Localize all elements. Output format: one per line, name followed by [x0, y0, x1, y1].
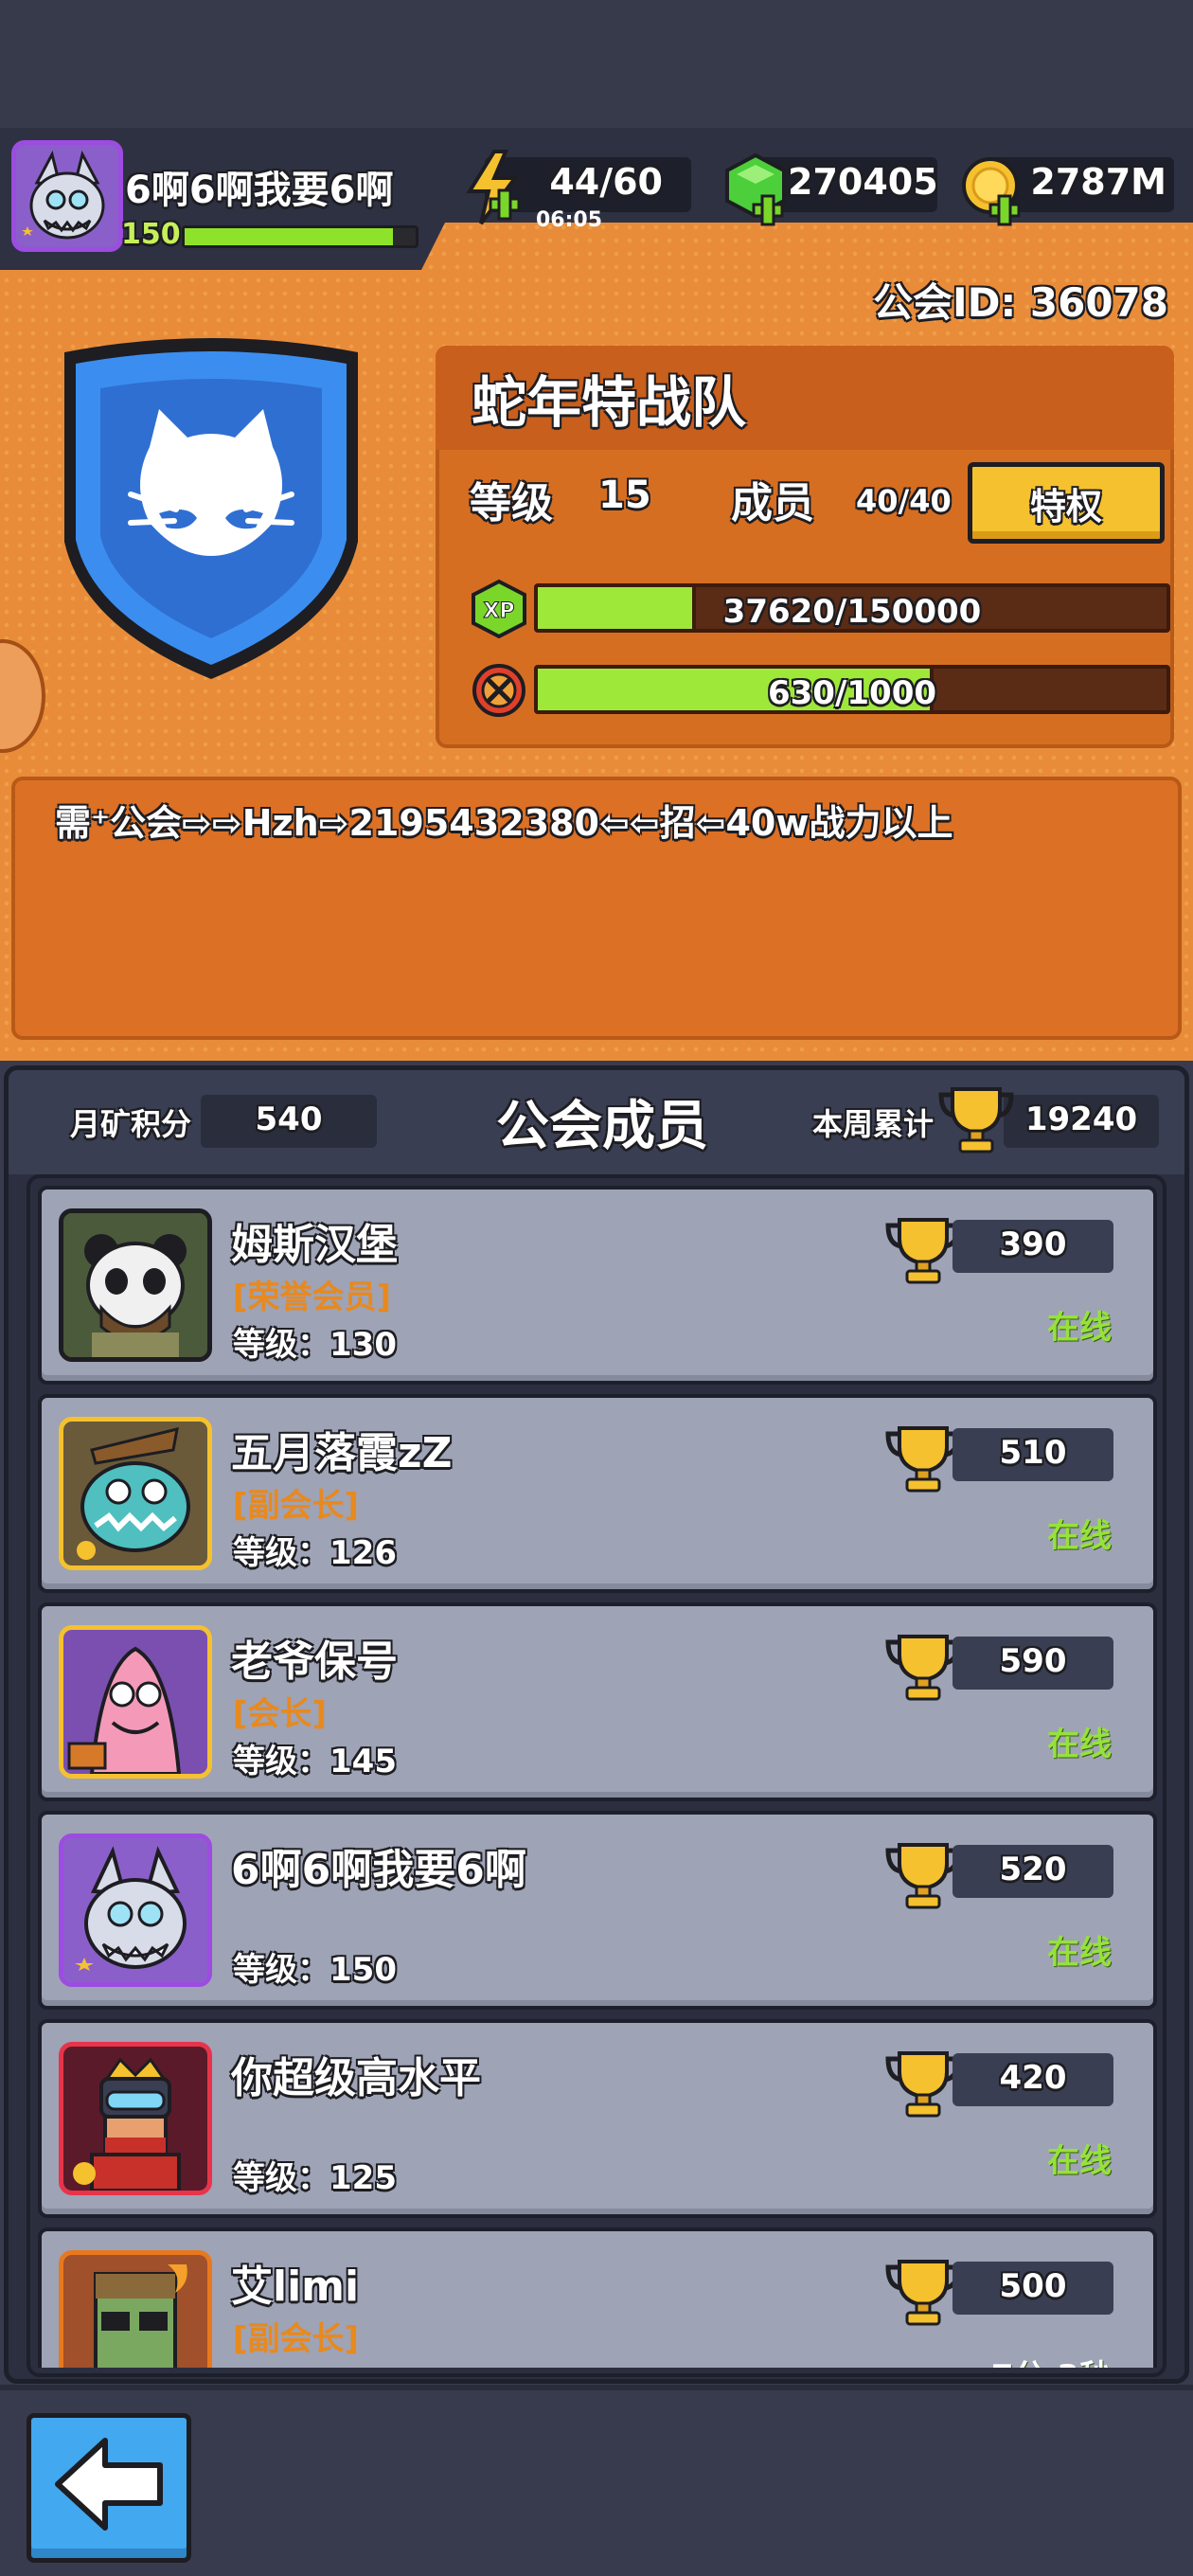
- privilege-button[interactable]: 特权: [968, 462, 1165, 544]
- trophy-icon: [885, 1426, 961, 1493]
- zombie-avatar-icon: [59, 2250, 212, 2368]
- cat-shield-emblem-icon[interactable]: [55, 333, 367, 684]
- energy-timer: 06:05: [536, 208, 603, 232]
- dino-pirate-avatar-icon: [59, 1417, 212, 1570]
- guild-activity-bar: 630/1000: [534, 665, 1170, 714]
- monthly-points-value: 540: [255, 1100, 323, 1138]
- guild-members-label: 成员: [731, 479, 814, 528]
- coins-value: 2787M: [1030, 161, 1166, 203]
- trophy-icon: [885, 1843, 961, 1909]
- member-row[interactable]: 6啊6啊我要6啊 等级：150 520 在线: [38, 1811, 1157, 2010]
- trophy-icon: [938, 1087, 1014, 1154]
- gold-coin-icon: [962, 157, 1021, 226]
- player-level: 150: [121, 218, 181, 251]
- member-role: [会长]: [233, 1695, 328, 1733]
- member-row[interactable]: 艾limi [副会长] 500 7分 3秒: [38, 2227, 1157, 2368]
- knight-avatar-icon: [59, 2042, 212, 2195]
- members-list[interactable]: 姆斯汉堡 [荣誉会员] 等级：130 390 在线 五月落霞zZ [副会长] 等…: [34, 1186, 1161, 2368]
- guild-name: 蛇年特战队: [472, 370, 747, 435]
- member-trophies: 510: [999, 1434, 1067, 1472]
- guild-id: 公会ID: 36078: [872, 279, 1168, 326]
- guild-xp-bar: 37620/150000: [534, 583, 1170, 633]
- trophy-icon: [885, 1635, 961, 1701]
- member-row[interactable]: 五月落霞zZ [副会长] 等级：126 510 在线: [38, 1394, 1157, 1593]
- member-status: 在线: [1047, 1934, 1112, 1972]
- guild-members-value: 40/40: [856, 483, 952, 519]
- gems-value: 270405: [788, 161, 938, 203]
- player-xp-bar: [182, 225, 418, 248]
- member-status: 7分 3秒: [991, 2351, 1112, 2368]
- pink-star-avatar-icon: [59, 1625, 212, 1779]
- member-name: 艾limi: [231, 2263, 360, 2311]
- xp-icon: XP: [472, 580, 526, 638]
- member-row[interactable]: 姆斯汉堡 [荣誉会员] 等级：130 390 在线: [38, 1186, 1157, 1385]
- member-row[interactable]: 老爷保号 [会长] 等级：145 590 在线: [38, 1602, 1157, 1801]
- member-name: 五月落霞zZ: [231, 1429, 453, 1477]
- svg-text:XP: XP: [483, 599, 514, 623]
- player-name: 6啊6啊我要6啊: [125, 169, 394, 212]
- member-role: [副会长]: [233, 2320, 360, 2358]
- member-role: [副会长]: [233, 1487, 360, 1525]
- guild-level-value: 15: [598, 474, 651, 517]
- member-name: 6啊6啊我要6啊: [231, 1846, 526, 1894]
- guild-xp-text: 37620/150000: [722, 593, 982, 631]
- top-empty-area: [0, 0, 1193, 128]
- wolf-avatar-icon: [59, 1834, 212, 1987]
- member-level: 等级：145: [233, 1743, 397, 1780]
- member-name: 老爷保号: [231, 1637, 398, 1686]
- member-role: [荣誉会员]: [233, 1279, 392, 1316]
- weekly-total-label: 本周累计: [812, 1106, 935, 1142]
- energy-value: 44/60: [549, 161, 663, 203]
- wolf-avatar-icon: [16, 145, 118, 247]
- guild-level-label: 等级: [470, 479, 553, 528]
- member-name: 姆斯汉堡: [231, 1221, 398, 1269]
- member-status: 在线: [1047, 1726, 1112, 1763]
- panda-avatar-icon: [59, 1208, 212, 1362]
- monthly-points-label: 月矿积分: [70, 1106, 192, 1142]
- trophy-icon: [885, 1218, 961, 1284]
- member-status: 在线: [1047, 2142, 1112, 2180]
- guild-activity-text: 630/1000: [767, 674, 937, 712]
- member-status: 在线: [1047, 1309, 1112, 1347]
- member-row[interactable]: 你超级高水平 等级：125 420 在线: [38, 2019, 1157, 2218]
- member-status: 在线: [1047, 1517, 1112, 1555]
- player-avatar[interactable]: [11, 140, 123, 252]
- member-trophies: 500: [999, 2267, 1067, 2305]
- member-trophies: 520: [999, 1851, 1067, 1888]
- member-name: 你超级高水平: [231, 2054, 481, 2102]
- trophy-icon: [885, 2260, 961, 2326]
- member-level: 等级：150: [233, 1951, 397, 1989]
- green-gem-icon: [725, 152, 786, 226]
- member-trophies: 590: [999, 1642, 1067, 1680]
- trophy-icon: [885, 2051, 961, 2118]
- members-panel-title: 公会成员: [496, 1096, 708, 1157]
- back-arrow-icon: [55, 2438, 163, 2531]
- crossed-swords-medal-icon: [472, 664, 525, 717]
- guild-announcement: 需⁺公会⇨⇨Hzh⇨2195432380⇦⇦招⇦40w战力以上: [55, 802, 953, 844]
- member-trophies: 420: [999, 2059, 1067, 2097]
- weekly-total-value: 19240: [1024, 1100, 1138, 1138]
- member-trophies: 390: [999, 1225, 1067, 1263]
- back-button[interactable]: [27, 2413, 191, 2563]
- member-level: 等级：130: [233, 1326, 397, 1364]
- member-level: 等级：126: [233, 1534, 397, 1572]
- member-level: 等级：125: [233, 2159, 397, 2197]
